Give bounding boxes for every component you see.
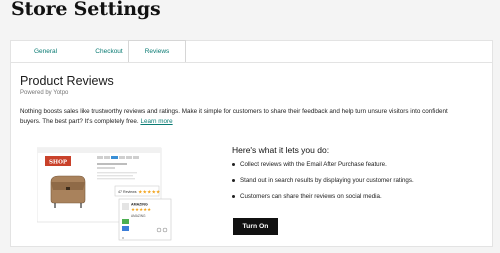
mockup-nav-item <box>126 156 132 159</box>
feature-item: Customers can share their reviews on soc… <box>232 192 414 208</box>
mockup-text-line <box>97 175 133 177</box>
mockup-text-line <box>97 172 137 174</box>
review-card-title: AMAZING <box>131 203 148 207</box>
page-title: Store Settings <box>11 0 161 20</box>
bag-buckle <box>66 187 70 190</box>
badge-stars-icon: ★★★★★ <box>138 190 161 196</box>
tab-general[interactable]: General <box>14 41 77 63</box>
feature-item: Stand out in search results by displayin… <box>232 176 414 192</box>
mockup-text-line <box>97 178 135 180</box>
reviews-badge-text: 47 Reviews <box>118 190 137 194</box>
features-list: Collect reviews with the Email After Pur… <box>232 160 414 208</box>
mockup-nav-item <box>104 156 110 159</box>
mockup-browser-bar <box>37 148 161 153</box>
mockup-nav-item <box>119 156 125 159</box>
card-dot <box>122 237 124 239</box>
mockup-nav-item <box>133 156 139 159</box>
mockup-price <box>97 167 115 169</box>
store-logo-text: SHOP <box>49 160 67 166</box>
review-stars-icon: ★★★★★ <box>131 207 151 213</box>
reviews-illustration: SHOP 47 Reviews ★★★★★ AMAZING ★★★★★ AMAZ… <box>37 147 172 241</box>
mockup-nav-item-active <box>111 156 118 159</box>
verified-badge-icon <box>122 219 129 224</box>
mockup-nav-item <box>97 156 103 159</box>
description-text: Nothing boosts sales like trustworthy re… <box>20 108 448 125</box>
learn-more-link[interactable]: Learn more <box>140 118 172 125</box>
reviewer-avatar <box>122 203 129 210</box>
mockup-product-name <box>97 163 127 165</box>
social-share-icon <box>122 226 129 231</box>
reviews-description: Nothing boosts sales like trustworthy re… <box>20 107 460 126</box>
review-card-body: AMAZING <box>131 214 146 218</box>
tabs-bar: General Checkout Reviews <box>10 40 493 65</box>
powered-by-label: Powered by Yotpo <box>20 90 69 96</box>
reviews-panel: Product Reviews Powered by Yotpo Nothing… <box>10 62 493 247</box>
product-reviews-title: Product Reviews <box>20 74 114 88</box>
feature-item: Collect reviews with the Email After Pur… <box>232 160 414 176</box>
heres-what-heading: Here's what it lets you do: <box>232 145 330 155</box>
turn-on-button[interactable]: Turn On <box>233 218 278 235</box>
